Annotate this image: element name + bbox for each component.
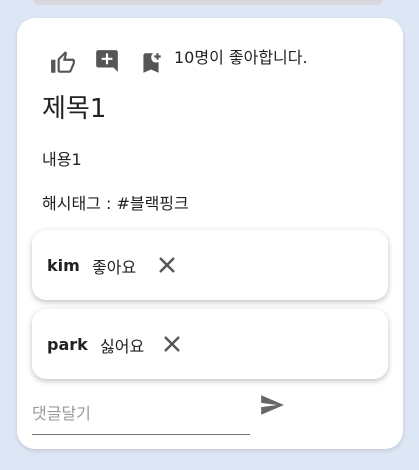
close-icon: [164, 336, 180, 352]
delete-comment-button[interactable]: [156, 254, 178, 276]
comment-author: kim: [47, 256, 80, 275]
previous-card-edge: [32, 0, 384, 5]
like-button[interactable]: [48, 48, 78, 78]
like-count-text: 10명이 좋아합니다.: [174, 48, 308, 67]
comment-item: park 싫어요: [32, 309, 388, 379]
post-hashtag: 해시태그 : #블랙핑크: [42, 194, 189, 213]
comment-author: park: [47, 335, 88, 354]
comment-input[interactable]: [32, 398, 250, 428]
add-comment-icon: [96, 50, 118, 72]
bookmark-add-icon: [143, 53, 161, 73]
delete-comment-button[interactable]: [161, 333, 183, 355]
post-content: 내용1: [42, 150, 82, 169]
comment-text: 싫어요: [100, 337, 145, 356]
thumb-up-icon: [51, 51, 75, 73]
comment-item: kim 좋아요: [32, 230, 388, 300]
bookmark-button[interactable]: [136, 48, 166, 78]
post-title: 제목1: [42, 94, 107, 124]
close-icon: [159, 257, 175, 273]
send-icon: [261, 395, 284, 415]
comment-text: 좋아요: [92, 258, 137, 277]
send-comment-button[interactable]: [258, 392, 286, 418]
comment-field: [32, 396, 250, 435]
add-comment-button[interactable]: [92, 46, 122, 76]
